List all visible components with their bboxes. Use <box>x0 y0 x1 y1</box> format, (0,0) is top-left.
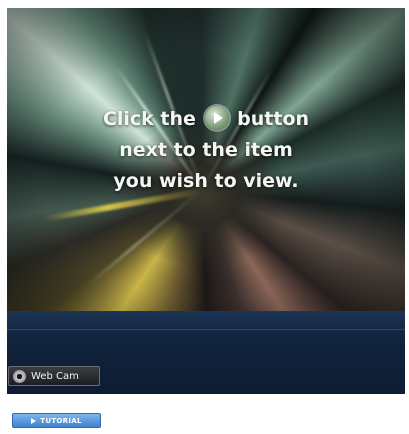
tutorial-label: TUTORIAL <box>40 416 82 425</box>
media-viewer: Click the button next to the item you wi… <box>7 8 405 394</box>
play-arrow-icon <box>31 417 37 424</box>
instruction-line-1-start: Click the <box>102 108 196 130</box>
instruction-text: Click the button next to the item you wi… <box>7 104 405 197</box>
instruction-line-3: you wish to view. <box>113 170 299 192</box>
play-circle-icon <box>204 106 229 130</box>
webcam-button[interactable]: Web Cam <box>8 366 100 386</box>
instruction-line-1: Click the button <box>7 104 405 135</box>
webcam-icon <box>13 369 26 383</box>
speed-burst-artwork: Click the button next to the item you wi… <box>7 8 405 311</box>
instruction-line-1-end: button <box>237 108 310 130</box>
instruction-line-2: next to the item <box>119 139 293 161</box>
tutorial-button[interactable]: TUTORIAL <box>12 413 101 428</box>
webcam-label: Web Cam <box>31 370 79 382</box>
band-divider <box>7 329 405 330</box>
